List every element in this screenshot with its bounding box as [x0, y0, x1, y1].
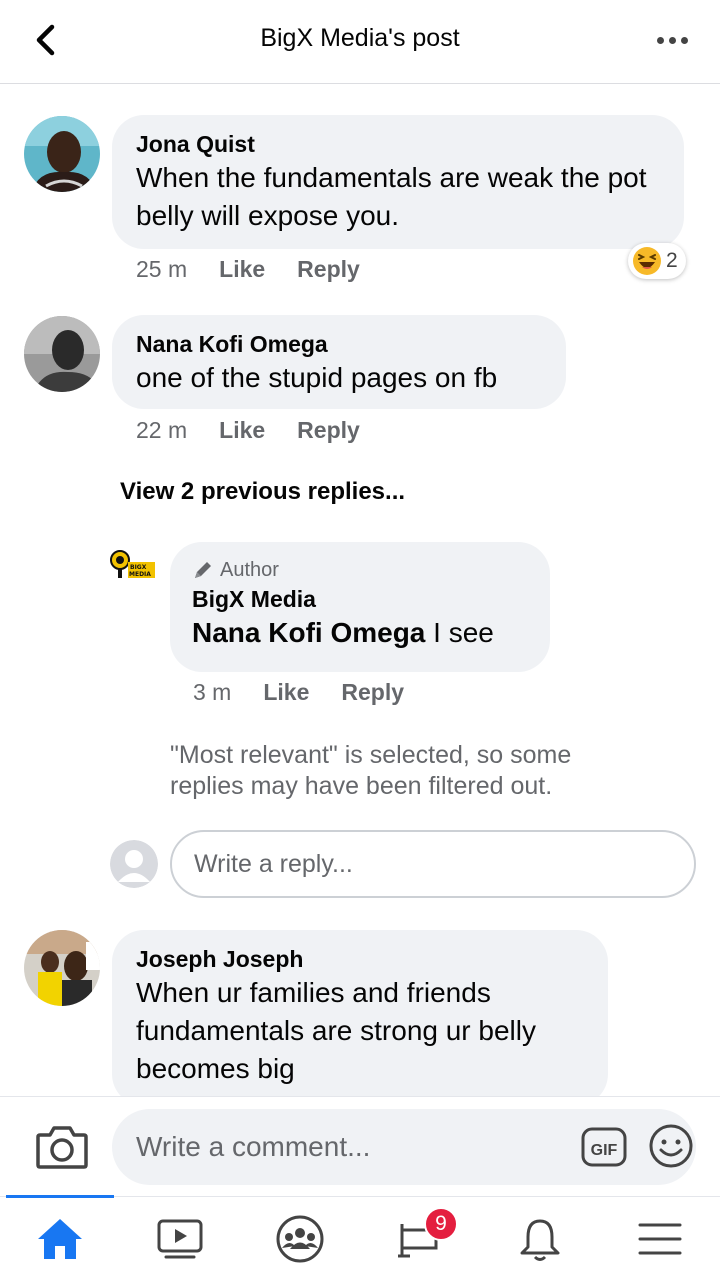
comment-time: 22 m — [136, 417, 188, 443]
reply-time: 3 m — [193, 679, 232, 705]
comment-author[interactable]: Jona Quist — [136, 129, 660, 159]
reply-author[interactable]: BigX Media — [192, 584, 528, 614]
smiley-icon — [649, 1124, 693, 1168]
comment-text: When ur families and friends fundamental… — [136, 977, 536, 1084]
like-button[interactable]: Like — [263, 679, 309, 706]
groups-icon — [276, 1215, 324, 1263]
comment-bubble[interactable]: Nana Kofi Omega one of the stupid pages … — [112, 315, 566, 409]
dot-icon — [656, 36, 664, 44]
nav-feeds[interactable]: 9 — [360, 1197, 480, 1280]
filter-note: "Most relevant" is selected, so some rep… — [170, 741, 572, 800]
comment-time: 25 m — [136, 256, 188, 282]
reply-button[interactable]: Reply — [297, 417, 360, 444]
dot-icon — [680, 36, 688, 44]
like-button[interactable]: Like — [219, 256, 265, 283]
comment-author[interactable]: Nana Kofi Omega — [136, 329, 542, 359]
reply-text: Nana Kofi Omega I see — [192, 614, 528, 652]
gif-label: GIF — [591, 1142, 618, 1159]
dot-icon — [668, 36, 676, 44]
emoji-button[interactable] — [648, 1123, 694, 1169]
mention-link[interactable]: Nana Kofi Omega — [192, 617, 425, 648]
avatar-joseph-joseph[interactable] — [24, 930, 100, 1006]
nav-home[interactable] — [0, 1195, 120, 1280]
view-previous-replies-link[interactable]: View 2 previous replies... — [120, 478, 405, 506]
bigx-media-logo[interactable]: BIGX MEDIA — [110, 548, 156, 582]
active-tab-indicator — [6, 1195, 114, 1198]
logo-text-top: BIGX — [130, 564, 147, 571]
nav-menu[interactable] — [600, 1197, 720, 1280]
reply-button[interactable]: Reply — [341, 679, 404, 706]
comment-bubble[interactable]: Jona Quist When the fundamentals are wea… — [112, 115, 684, 249]
reaction-summary[interactable]: 2 — [628, 243, 686, 279]
comment-meta: 22 m Like Reply — [136, 417, 360, 444]
reply-meta: 3 m Like Reply — [193, 679, 404, 706]
like-button[interactable]: Like — [219, 417, 265, 444]
reaction-count: 2 — [666, 249, 678, 272]
camera-button[interactable] — [34, 1121, 90, 1173]
bell-icon — [520, 1219, 560, 1261]
author-badge-label: Author — [220, 559, 279, 581]
pencil-icon — [195, 562, 211, 578]
bottom-navigation: 9 — [0, 1195, 720, 1280]
comment-author[interactable]: Joseph Joseph — [136, 944, 584, 974]
menu-icon — [638, 1223, 682, 1255]
comment-composer: Write a comment... GIF — [0, 1096, 720, 1196]
comment-text: When the fundamentals are weak the pot b… — [136, 162, 647, 231]
notification-badge: 9 — [424, 1207, 458, 1241]
nav-watch[interactable] — [120, 1197, 240, 1280]
haha-emoji-icon — [633, 247, 661, 275]
gif-button[interactable]: GIF — [580, 1123, 628, 1171]
current-user-avatar — [110, 840, 158, 888]
default-profile-icon — [110, 840, 158, 888]
comment-text: one of the stupid pages on fb — [136, 362, 498, 393]
watch-icon — [157, 1219, 203, 1259]
camera-icon — [36, 1126, 88, 1169]
comment-meta: 25 m Like Reply — [136, 256, 360, 283]
reply-button[interactable]: Reply — [297, 256, 360, 283]
gif-icon: GIF — [581, 1127, 627, 1167]
nav-groups[interactable] — [240, 1197, 360, 1280]
top-bar: BigX Media's post — [0, 0, 720, 84]
nav-notifications[interactable] — [480, 1197, 600, 1280]
logo-text-bottom: MEDIA — [129, 571, 151, 578]
home-icon — [38, 1219, 82, 1259]
reply-bubble[interactable]: Author BigX Media Nana Kofi Omega I see — [170, 542, 550, 672]
author-badge: Author — [192, 556, 528, 584]
avatar-jona-quist[interactable] — [24, 116, 100, 192]
comment-bubble[interactable]: Joseph Joseph When ur families and frien… — [112, 930, 608, 1106]
avatar-nana-kofi-omega[interactable] — [24, 316, 100, 392]
reply-message: I see — [425, 617, 494, 648]
more-options-button[interactable] — [652, 26, 692, 54]
page-title: BigX Media's post — [260, 24, 460, 52]
write-reply-input[interactable]: Write a reply... — [170, 830, 696, 898]
